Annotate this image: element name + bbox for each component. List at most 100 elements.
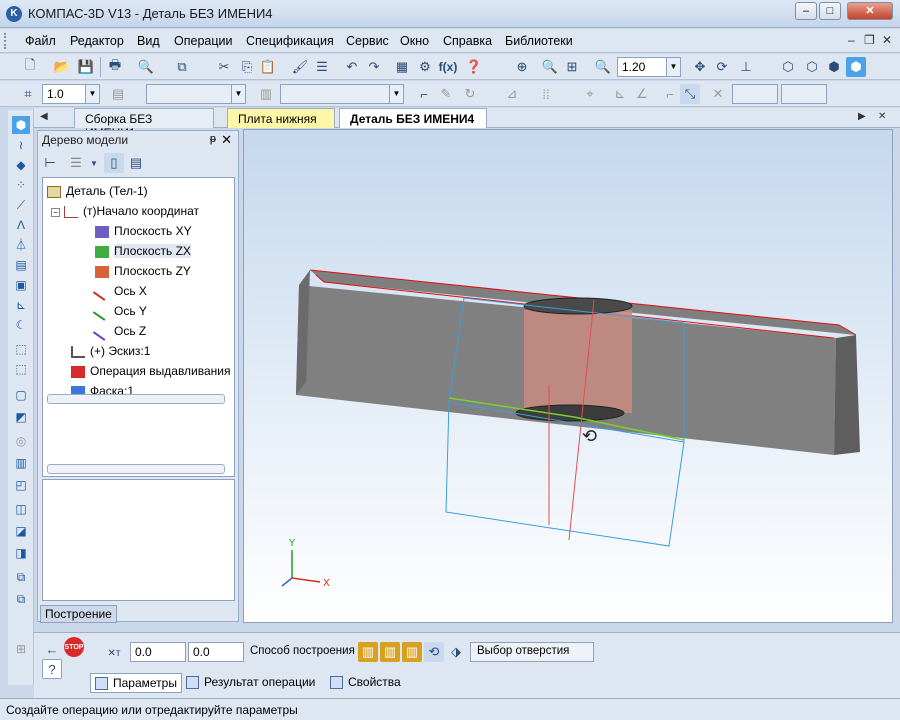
round-icon[interactable]: ⌐ [660,84,680,104]
curves-icon[interactable]: ≀ [12,136,30,154]
chevron-down-icon[interactable]: ▼ [666,58,680,76]
menu-libraries[interactable]: Библиотеки [505,34,573,48]
tree-node-axis-x[interactable]: Ось X [92,282,147,301]
tree-node-extrusion[interactable]: Операция выдавливания [71,364,230,378]
pattern-icon[interactable]: ⧉ [12,590,30,608]
detail-edit-icon[interactable]: ⬢ [12,116,30,134]
wireframe-icon[interactable]: ⬡ [778,57,798,77]
section-icon[interactable]: ◨ [12,544,30,562]
orientation-icon[interactable]: ⊥ [736,57,756,77]
library-manager-icon[interactable]: ▦ [392,57,412,77]
filter-icon[interactable]: ⏃ [12,236,30,254]
tab-assembly[interactable]: Сборка БЕЗ ИМЕНИ1 [74,108,214,140]
mirror-icon[interactable]: ⧉ [12,568,30,586]
tree-structure-icon[interactable]: ⊢ [40,153,60,173]
dimensions-icon[interactable]: Λ [12,216,30,234]
rotate-sketch-icon[interactable]: ↻ [460,84,480,104]
model-viewport[interactable]: ⟲ Y X [243,129,893,623]
report-icon[interactable]: ▤ [12,256,30,274]
menu-service[interactable]: Сервис [346,34,389,48]
hidden-lines-icon[interactable]: ⬡ [802,57,822,77]
menu-file[interactable]: Файл [25,34,56,48]
array-icon[interactable]: ⁘ [12,176,30,194]
tab-prev-icon[interactable]: ◀ [40,111,48,122]
menu-help[interactable]: Справка [443,34,492,48]
rotate-icon[interactable]: ⟳ [712,57,732,77]
close-button[interactable]: ✕ [847,2,893,20]
grid-icon[interactable]: ⁞⁞ [536,84,556,104]
menu-edit[interactable]: Редактор [70,34,124,48]
help-pointer-icon[interactable]: ❓ [464,57,484,77]
zoom-scale-icon[interactable]: 🔍 [593,57,613,77]
manager-icon[interactable]: ⧉ [172,57,192,77]
chamfer-icon[interactable]: ◎ [12,432,30,450]
tab-properties[interactable]: Свойства [326,673,405,693]
point-icon[interactable]: ✕т [104,643,124,663]
coord-snap-icon[interactable]: ✕ [708,84,728,104]
tree-node-plane-zy[interactable]: Плоскость ZY [95,264,191,278]
chevron-down-icon[interactable]: ▼ [85,85,99,103]
copy-icon[interactable]: ⎘ [237,57,257,77]
tree-node-axis-z[interactable]: Ось Z [92,322,146,341]
minimize-button[interactable]: – [795,2,817,20]
shell-icon[interactable]: ◫ [12,500,30,518]
zoom-in-icon[interactable]: 🔍 [540,57,560,77]
tab-next-icon[interactable]: ▶ [858,111,866,122]
tab-build[interactable]: Построение [40,605,117,623]
hole-icon[interactable]: ▥ [12,454,30,472]
doc-minimize-icon[interactable]: – [848,33,855,47]
tab-detail[interactable]: Деталь БЕЗ ИМЕНИ4 [339,108,487,128]
method-option-5-icon[interactable]: ⬗ [446,642,466,662]
pin-icon[interactable]: ᵽ [210,133,216,145]
zoom-all-icon[interactable]: ⊞ [562,57,582,77]
variables-icon[interactable]: ⚙ [415,57,435,77]
slope-icon[interactable]: ◪ [12,522,30,540]
revolve-icon[interactable]: ⬚ [12,360,30,378]
tree-hscrollbar[interactable] [47,394,225,404]
undo-icon[interactable]: ↶ [342,57,362,77]
point-x-field[interactable]: 0.0 [130,642,186,662]
preview-icon[interactable]: 🔍 [136,57,156,77]
new-file-icon[interactable]: 🗋 [20,57,40,77]
selection-icon[interactable]: ▣ [12,276,30,294]
menu-operations[interactable]: Операции [174,34,232,48]
back-arrow-icon[interactable]: ← [42,639,62,659]
auxiliary-geometry-icon[interactable]: ⟋ [12,196,30,214]
menu-view[interactable]: Вид [137,34,160,48]
method-option-4-icon[interactable]: ⟲ [424,642,444,662]
tree-node-plane-xy[interactable]: Плоскость XY [95,224,192,238]
redo-icon[interactable]: ↷ [364,57,384,77]
grid-snap-icon[interactable]: ⌗ [18,84,38,104]
collapse-icon[interactable]: − [51,208,60,217]
cursor-icon[interactable]: ⤡ [680,84,700,104]
tab-result[interactable]: Результат операции [182,673,319,693]
pan-icon[interactable]: ✥ [690,57,710,77]
tree-node-root[interactable]: Деталь (Тел-1) [47,184,148,198]
tree-view-icon[interactable]: ▯ [104,153,124,173]
tree-node-sketch[interactable]: (+) Эскиз:1 [71,344,150,358]
tree-node-origin[interactable]: − (т)Начало координат [51,204,199,218]
halftone-icon[interactable]: ⬢ [824,57,844,77]
cut-extrude-icon[interactable]: ▢ [12,386,30,404]
zoom-combo[interactable]: 1.20 ▼ [617,57,681,77]
menu-specification[interactable]: Спецификация [246,34,334,48]
tree-dropdown-icon[interactable]: ▼ [84,153,104,173]
local-cs-icon[interactable]: ⊾ [610,84,630,104]
spiral-icon[interactable]: ☾ [12,316,30,334]
stop-icon[interactable]: STOP [64,637,84,657]
menu-window[interactable]: Окно [400,34,429,48]
tree-node-plane-zx[interactable]: Плоскость ZX [95,244,191,258]
close-icon[interactable]: ✕ [221,132,232,148]
tree-node-axis-y[interactable]: Ось Y [92,302,147,321]
tab-close-icon[interactable]: ✕ [878,111,886,122]
tree-order-icon[interactable]: ☰ [66,153,86,173]
rib-icon[interactable]: ◰ [12,476,30,494]
open-folder-icon[interactable]: 📂 [52,57,72,77]
method-option-1-icon[interactable]: ▥ [358,642,378,662]
method-option-2-icon[interactable]: ▥ [380,642,400,662]
fx-icon[interactable]: f(x) [438,57,458,77]
fillet-icon[interactable]: ◩ [12,408,30,426]
measure-icon[interactable]: ⊾ [12,296,30,314]
maximize-button[interactable]: □ [819,2,841,20]
tab-plate[interactable]: Плита нижняя [227,108,335,128]
